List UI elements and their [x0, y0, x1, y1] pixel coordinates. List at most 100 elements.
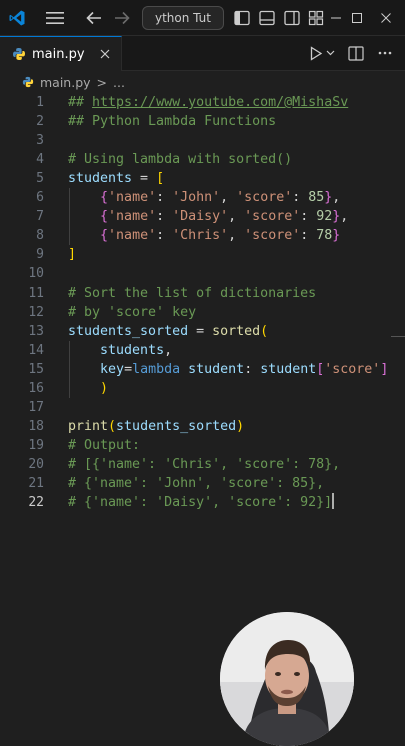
- webcam-overlay: [220, 612, 354, 746]
- code-token: ,: [228, 209, 245, 225]
- code-line[interactable]: 20 # [{'name': 'Chris', 'score': 78},: [0, 455, 405, 474]
- line-number: 7: [36, 209, 44, 225]
- code-line[interactable]: 3: [0, 131, 405, 150]
- indent-guide: [69, 188, 70, 246]
- code-line[interactable]: 14 students,: [0, 341, 405, 360]
- code-token: :: [300, 228, 317, 244]
- line-number: 6: [36, 190, 44, 206]
- line-number: 19: [28, 437, 44, 453]
- code-token: (: [108, 418, 117, 434]
- command-center-search[interactable]: ython Tut: [142, 6, 224, 30]
- chevron-down-icon[interactable]: [326, 49, 335, 57]
- code-token: 'John': [172, 190, 221, 206]
- code-line[interactable]: 15 key=lambda student: student['score']: [0, 360, 405, 379]
- code-token: 'score': [244, 209, 301, 225]
- close-window-icon[interactable]: [368, 0, 404, 36]
- code-token: ): [236, 418, 245, 434]
- code-token: 'name': [108, 209, 157, 225]
- close-tab-icon[interactable]: [99, 48, 111, 60]
- code-token: ## Python Lambda Functions: [68, 114, 277, 130]
- code-line[interactable]: 22 # {'name': 'Daisy', 'score': 92}]: [0, 493, 405, 512]
- code-token: 'score': [236, 190, 293, 206]
- back-arrow-icon[interactable]: [82, 0, 106, 36]
- code-token: 'Daisy': [172, 209, 229, 225]
- code-token: # Using lambda with sorted(): [68, 152, 293, 168]
- line-number: 14: [28, 342, 44, 358]
- code-token: students_sorted: [68, 323, 189, 339]
- code-line[interactable]: 13 students_sorted = sorted(: [0, 322, 405, 341]
- tab-main-py[interactable]: main.py: [0, 36, 122, 71]
- code-line[interactable]: 6 {'name': 'John', 'score': 85},: [0, 188, 405, 207]
- more-icon[interactable]: [377, 45, 393, 61]
- code-text: students_sorted = sorted(: [68, 322, 268, 341]
- search-text: ython Tut: [155, 11, 211, 25]
- code-text: ## Python Lambda Functions: [68, 112, 276, 131]
- code-line[interactable]: 7 {'name': 'Daisy', 'score': 92},: [0, 207, 405, 226]
- code-text: {'name': 'John', 'score': 85},: [68, 188, 340, 207]
- breadcrumb-file[interactable]: main.py: [40, 75, 91, 90]
- code-token: =: [188, 323, 213, 339]
- run-icon[interactable]: [309, 46, 323, 61]
- code-token: https://www.youtube.com/@MishaSv: [92, 95, 349, 110]
- code-token: student: [188, 361, 245, 377]
- code-token: # [{'name': 'Chris', 'score': 78},: [68, 456, 341, 472]
- code-token: =: [124, 361, 133, 377]
- code-token: :: [300, 209, 317, 225]
- code-line[interactable]: 5 students = [: [0, 169, 405, 188]
- code-token: 'Chris': [172, 228, 229, 244]
- breadcrumb: main.py > ...: [0, 71, 405, 93]
- code-token: :: [244, 361, 261, 377]
- line-number: 20: [28, 456, 44, 472]
- breadcrumb-separator: >: [96, 74, 108, 90]
- forward-arrow-icon[interactable]: [110, 0, 134, 36]
- line-number: 12: [28, 304, 44, 320]
- code-line[interactable]: 11 # Sort the list of dictionaries: [0, 284, 405, 303]
- code-token: ,: [228, 228, 245, 244]
- code-text: # Sort the list of dictionaries: [68, 284, 316, 303]
- code-line[interactable]: 12 # by 'score' key: [0, 303, 405, 322]
- code-text: # by 'score' key: [68, 303, 196, 322]
- code-token: key: [100, 361, 125, 377]
- code-line[interactable]: 1 ## https://www.youtube.com/@MishaSv: [0, 93, 405, 112]
- code-token: {: [100, 190, 109, 206]
- code-token: {: [100, 209, 109, 225]
- split-editor-icon[interactable]: [348, 46, 364, 61]
- code-text: print(students_sorted): [68, 417, 244, 436]
- code-text: ## https://www.youtube.com/@MishaSv: [68, 93, 348, 112]
- code-line[interactable]: 16 ): [0, 379, 405, 398]
- breadcrumb-more[interactable]: ...: [113, 75, 125, 90]
- code-token: :: [156, 190, 173, 206]
- toggle-panel-icon[interactable]: [255, 0, 279, 36]
- code-token: {: [100, 228, 109, 244]
- code-text: ]: [68, 245, 76, 264]
- toggle-secondary-sidebar-icon[interactable]: [280, 0, 304, 36]
- line-number: 1: [36, 95, 44, 110]
- code-token: ,: [340, 209, 349, 225]
- code-editor[interactable]: 1 ## https://www.youtube.com/@MishaSv 2 ## …: [0, 93, 405, 746]
- vscode-logo-icon: [4, 0, 30, 36]
- code-line[interactable]: 19 # Output:: [0, 436, 405, 455]
- line-number: 15: [28, 361, 44, 377]
- code-line[interactable]: 8 {'name': 'Chris', 'score': 78}: [0, 226, 405, 245]
- code-token: print: [68, 418, 109, 434]
- code-line[interactable]: 2 ## Python Lambda Functions: [0, 112, 405, 131]
- code-line[interactable]: 10: [0, 264, 405, 283]
- code-line[interactable]: 4 # Using lambda with sorted(): [0, 150, 405, 169]
- code-text: # [{'name': 'Chris', 'score': 78},: [68, 455, 340, 474]
- toggle-sidebar-icon[interactable]: [230, 0, 254, 36]
- code-text: # {'name': 'John', 'score': 85},: [68, 474, 324, 493]
- code-token: 92: [316, 209, 333, 225]
- code-line[interactable]: 17: [0, 398, 405, 417]
- code-text: # Output:: [68, 436, 140, 455]
- menu-icon[interactable]: [42, 0, 68, 36]
- code-line[interactable]: 9]: [0, 245, 405, 264]
- code-token: :: [156, 228, 173, 244]
- code-token: 'score': [244, 228, 301, 244]
- code-line[interactable]: 21 # {'name': 'John', 'score': 85},: [0, 474, 405, 493]
- code-line[interactable]: 18 print(students_sorted): [0, 417, 405, 436]
- code-token: =: [132, 171, 157, 187]
